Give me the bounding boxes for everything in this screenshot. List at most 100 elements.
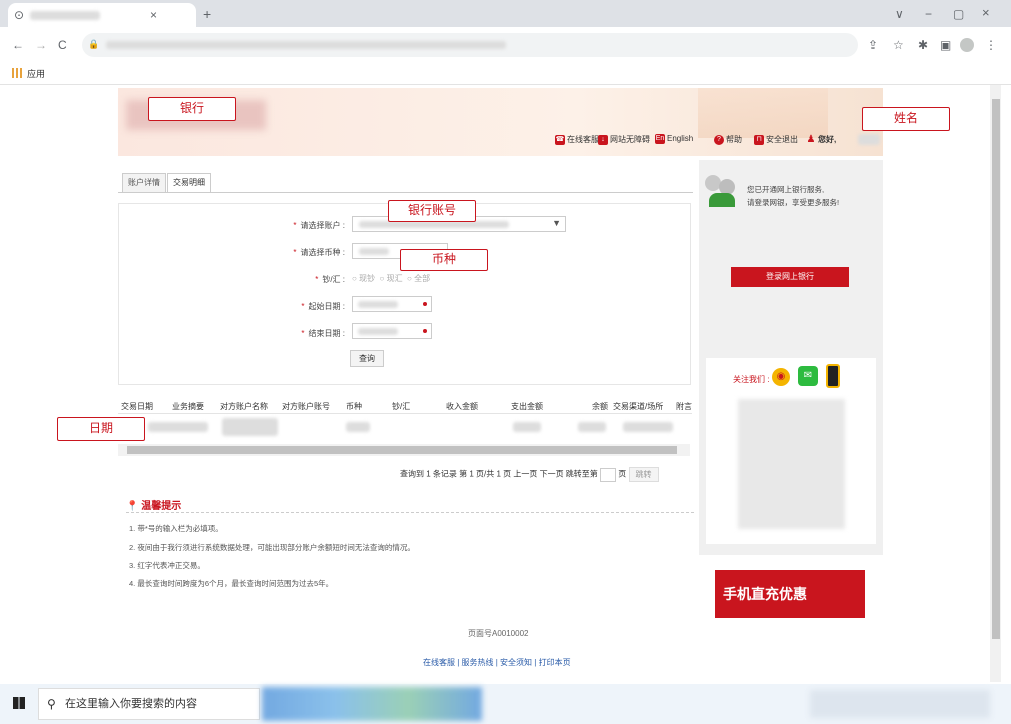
- sidebar-message: 您已开通网上银行服务, 请登录网银，享受更多服务!: [747, 183, 839, 209]
- vertical-scroll-thumb[interactable]: [992, 99, 1000, 639]
- horizontal-scroll-thumb[interactable]: [127, 446, 677, 454]
- row-balance: [578, 422, 606, 432]
- currency-label: * 请选择币种 :: [293, 248, 345, 257]
- reload-icon[interactable]: C: [58, 38, 67, 52]
- english-link[interactable]: En English: [655, 134, 693, 144]
- annotation-bank: 银行: [148, 97, 236, 121]
- tip-item: 4. 最长查询时间跨度为6个月，最长查询时间范围为过去5年。: [129, 579, 334, 588]
- address-bar[interactable]: 🔒: [82, 33, 858, 57]
- radio-remit[interactable]: ○ 现汇: [380, 274, 403, 283]
- lock-icon: 🔒: [88, 39, 100, 49]
- browser-tab[interactable]: ⊙ ×: [8, 3, 196, 27]
- wechat-icon[interactable]: ✉: [798, 366, 818, 386]
- address-url: [106, 41, 506, 49]
- minimize-icon[interactable]: −: [925, 7, 932, 21]
- sidebar-message-line2: 请登录网银，享受更多服务!: [747, 198, 840, 207]
- taskbar-search[interactable]: ⚲ 在这里输入你要搜索的内容: [38, 688, 260, 720]
- tab-transaction-details[interactable]: 交易明细: [167, 173, 211, 192]
- jump-button[interactable]: 跳转: [628, 467, 659, 482]
- promo-banner[interactable]: 手机直充优惠: [715, 570, 865, 618]
- new-tab-icon[interactable]: +: [203, 7, 211, 21]
- follow-label: 关注我们 :: [733, 375, 770, 384]
- annotation-currency: 币种: [400, 249, 488, 271]
- tab-close-icon[interactable]: ×: [150, 8, 157, 22]
- close-window-icon[interactable]: ×: [982, 6, 990, 20]
- help-link[interactable]: ? 帮助: [714, 134, 742, 145]
- accessibility-link[interactable]: ↓ 网站无障碍: [598, 134, 650, 145]
- tip-item: 3. 红字代表冲正交易。: [129, 561, 205, 570]
- share-icon[interactable]: ⇪: [868, 38, 878, 52]
- site-favicon-icon: ⊙: [14, 8, 25, 22]
- col-balance: 余额: [592, 402, 608, 411]
- annotation-date: 日期: [57, 417, 145, 441]
- forward-icon[interactable]: →: [35, 38, 47, 52]
- cash-label: * 钞/汇 :: [315, 275, 345, 284]
- radio-cash[interactable]: ○ 现钞: [352, 274, 375, 283]
- weibo-icon[interactable]: ◉: [772, 368, 790, 386]
- row-date: [148, 422, 208, 432]
- col-channel: 交易渠道/场所: [613, 402, 664, 411]
- taskbar-apps[interactable]: [262, 687, 482, 721]
- promo-text: 手机直充优惠: [723, 586, 807, 602]
- end-date-input[interactable]: [352, 323, 432, 339]
- online-service-label: 在线客服: [567, 135, 599, 144]
- col-remark: 附言: [676, 402, 692, 411]
- system-tray[interactable]: [810, 690, 990, 718]
- calendar-icon[interactable]: [423, 329, 427, 333]
- english-label: English: [667, 134, 694, 144]
- tips-divider: [126, 512, 694, 513]
- online-service-link[interactable]: ☎ 在线客服: [555, 134, 599, 145]
- tab-search-icon[interactable]: ∨: [895, 7, 904, 21]
- col-currency: 币种: [346, 402, 362, 411]
- cash-radio-group: ○ 现钞 ○ 现汇 ○ 全部: [352, 273, 430, 284]
- banner-decoration: [698, 88, 828, 138]
- tab-divider: [118, 192, 693, 193]
- page-number-input[interactable]: [600, 467, 617, 482]
- login-button[interactable]: 登录网上银行: [731, 267, 849, 287]
- bookmark-star-icon[interactable]: ☆: [893, 38, 904, 52]
- row-counterparty: [222, 418, 278, 436]
- tab-account-details[interactable]: 账户详情: [122, 173, 166, 192]
- english-icon: En: [655, 134, 665, 144]
- search-icon: ⚲: [47, 697, 56, 711]
- pagination: 查询到 1 条记录 第 1 页/共 1 页 上一页 下一页 跳转至第 页 跳转: [400, 467, 659, 482]
- account-label: * 请选择账户 :: [293, 221, 345, 230]
- calendar-icon[interactable]: [423, 302, 427, 306]
- currency-select-value: [359, 248, 389, 255]
- start-date-input[interactable]: [352, 296, 432, 312]
- mobile-app-icon[interactable]: [826, 364, 840, 388]
- bookmark-apps[interactable]: 应用: [27, 67, 45, 80]
- greeting: ♟ 您好,: [806, 134, 837, 145]
- pagination-info: 查询到 1 条记录 第 1 页/共 1 页 上一页 下一页 跳转至第: [400, 469, 598, 479]
- lock-icon: ⊓: [754, 134, 764, 145]
- apps-grid-icon: [12, 68, 22, 78]
- end-date-label: * 结束日期 :: [301, 329, 345, 338]
- logout-link[interactable]: ⊓ 安全退出: [754, 134, 798, 145]
- tab-title: [30, 11, 100, 20]
- tips-title: 📍 温馨提示: [126, 497, 181, 512]
- page-id: 页面号A0010002: [468, 629, 529, 638]
- logout-label: 安全退出: [766, 135, 798, 144]
- radio-all[interactable]: ○ 全部: [407, 274, 430, 283]
- users-icon: [705, 175, 739, 209]
- col-cash-remit: 钞/汇: [392, 402, 411, 411]
- maximize-icon[interactable]: ▢: [953, 7, 964, 21]
- side-panel-icon[interactable]: ▣: [940, 38, 951, 52]
- accessibility-label: 网站无障碍: [610, 135, 650, 144]
- taskbar-search-placeholder: 在这里输入你要搜索的内容: [65, 698, 197, 710]
- annotation-name: 姓名: [862, 107, 950, 131]
- extensions-icon[interactable]: ✱: [918, 38, 928, 52]
- col-counterparty-name: 对方账户名称: [220, 402, 268, 411]
- col-summary: 业务摘要: [172, 402, 204, 411]
- query-button[interactable]: 查询: [350, 350, 384, 367]
- tip-item: 1. 带*号的输入栏为必填项。: [129, 524, 223, 533]
- footer-links[interactable]: 在线客服 | 服务热线 | 安全须知 | 打印本页: [423, 657, 571, 668]
- bookmarks-bar: 应用: [0, 63, 1011, 85]
- back-icon[interactable]: ←: [12, 38, 24, 52]
- profile-avatar-icon[interactable]: [960, 38, 974, 52]
- greeting-label: 您好,: [818, 135, 837, 144]
- row-expense: [513, 422, 541, 432]
- table-row[interactable]: [118, 415, 692, 441]
- windows-start-icon[interactable]: [13, 697, 25, 709]
- menu-kebab-icon[interactable]: ⋮: [985, 38, 997, 52]
